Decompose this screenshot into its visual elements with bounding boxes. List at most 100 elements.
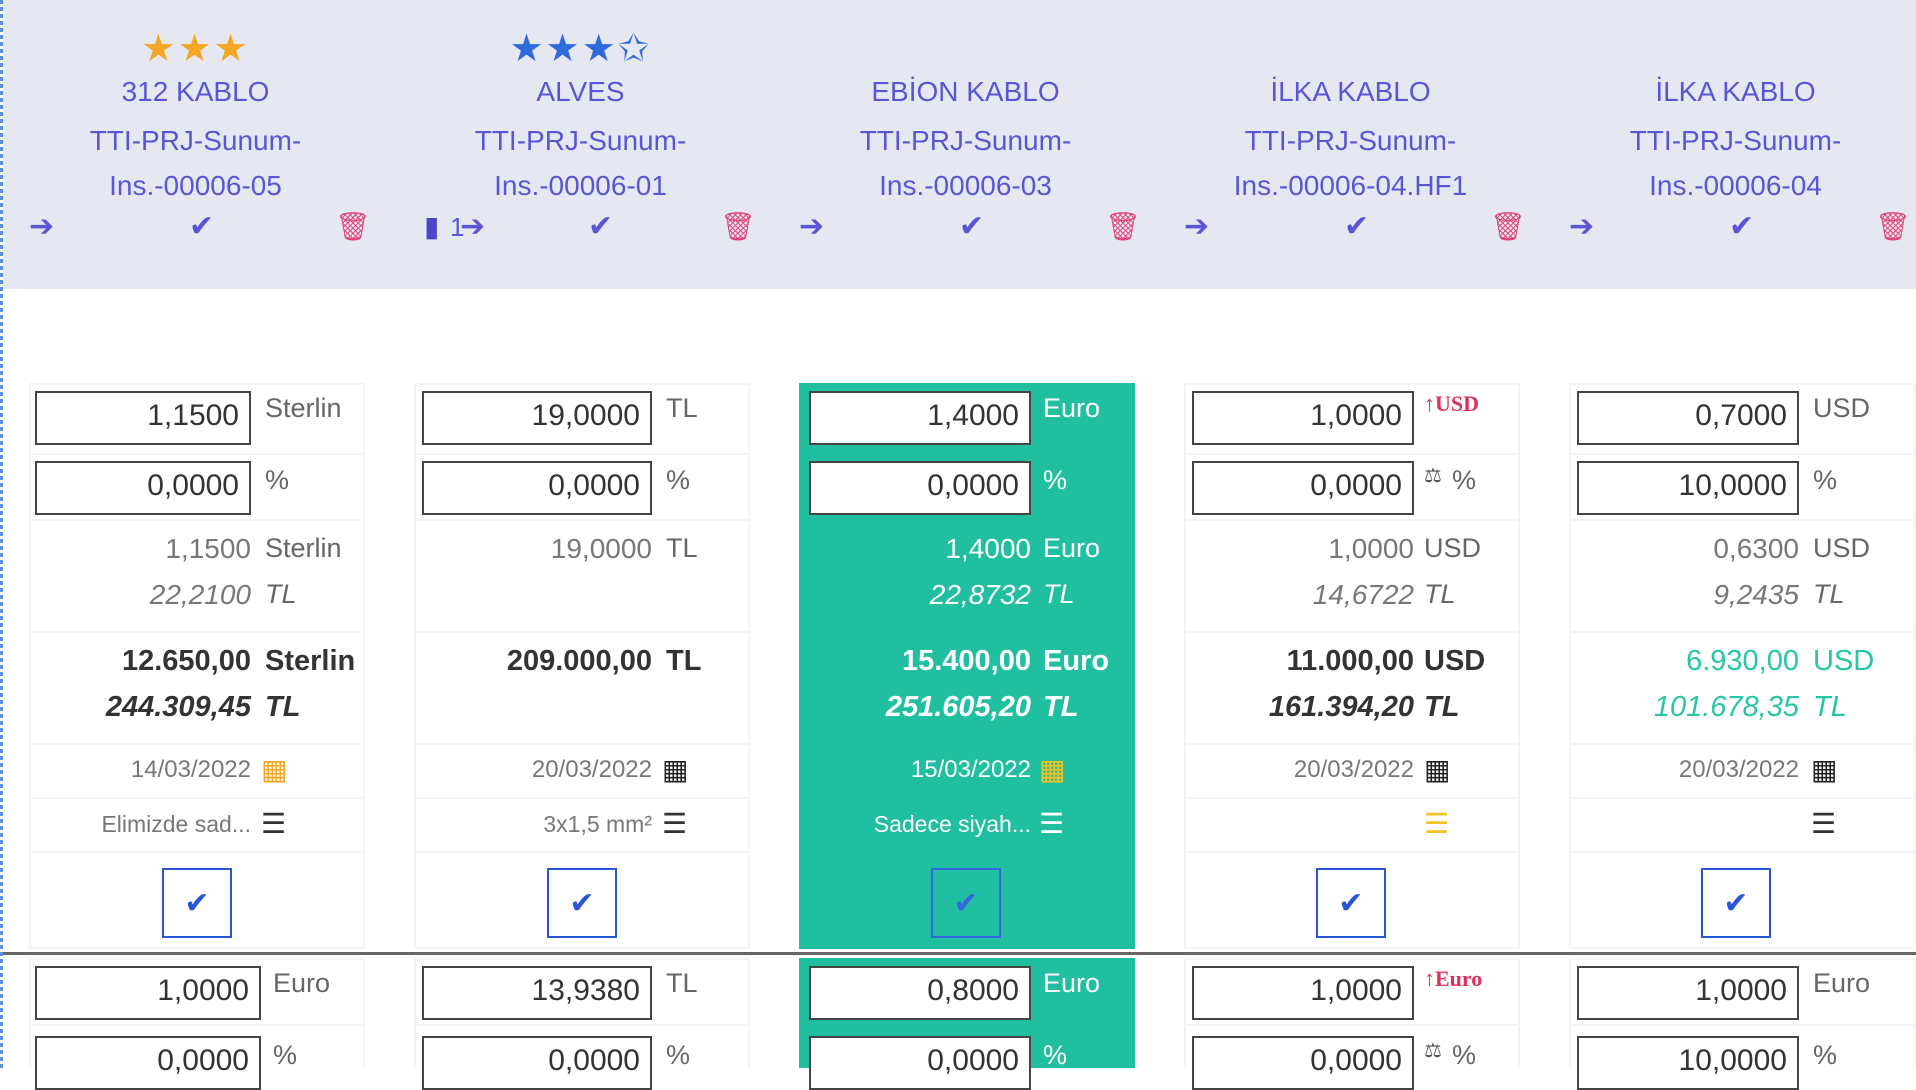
percent-label: % [1043,465,1068,495]
tl-label: TL [1043,691,1079,723]
discount-input[interactable]: 10,0000 [1577,1036,1799,1090]
scale-icon[interactable]: ⚖ [1424,1038,1442,1063]
select-offer-button[interactable]: ✔ [931,868,1001,938]
offer-card-row2-1: 1,0000 Euro 0,0000 % [29,958,365,1090]
discount-input[interactable]: 0,0000 [1192,1036,1414,1090]
supplier-name[interactable]: İLKA KABLO [1158,76,1543,108]
arrow-right-icon[interactable]: ➔ [1184,205,1209,249]
supplier-name[interactable]: ALVES [388,76,773,108]
supplier-column-1: ★★★ 312 KABLO TTI-PRJ-Sunum- Ins.-00006-0… [3,0,388,289]
supplier-name[interactable]: EBİON KABLO [773,76,1158,108]
calendar-icon[interactable]: ▦ [1811,753,1837,786]
tl-label: TL [1813,579,1845,609]
check-icon[interactable]: ✔ [1344,205,1369,249]
total-currency: Euro [1043,645,1110,677]
discount-input[interactable]: 0,0000 [35,1036,261,1090]
currency-change-label: ↑Euro [1424,966,1483,991]
trash-icon[interactable]: 🗑 [1490,205,1526,249]
file-icon[interactable]: ▮ [424,205,439,249]
arrow-right-icon[interactable]: ➔ [460,205,485,249]
comment-icon[interactable]: ☰ [1039,807,1064,840]
net-price-tl: 22,8732 [929,579,1031,610]
supplier-column-4: İLKA KABLO TTI-PRJ-Sunum- Ins.-00006-04.H… [1158,0,1543,289]
percent-label: % [273,1040,298,1070]
net-currency: TL [666,533,698,563]
arrow-right-icon[interactable]: ➔ [29,205,54,249]
arrow-right-icon[interactable]: ➔ [799,205,824,249]
select-offer-button[interactable]: ✔ [1316,868,1386,938]
tl-label: TL [265,579,297,609]
unit-price-input[interactable]: 1,0000 [1577,966,1799,1020]
currency-label: Euro [1043,968,1101,998]
discount-input[interactable]: 0,0000 [809,461,1031,515]
calendar-icon[interactable]: ▦ [261,753,287,786]
offer-card-5: 0,7000 USD 10,0000 % 0,6300 USD 9,2435 T… [1569,383,1916,949]
tl-label: TL [1424,691,1460,723]
unit-price-input[interactable]: 1,0000 [1192,391,1414,445]
quote-ref[interactable]: TTI-PRJ-Sunum- Ins.-00006-01 [388,118,773,208]
trash-icon[interactable]: 🗑 [1875,205,1911,249]
currency-label: Euro [1813,968,1871,998]
percent-label: % [666,1040,691,1070]
net-currency: USD [1424,533,1482,563]
quote-ref[interactable]: TTI-PRJ-Sunum- Ins.-00006-05 [3,118,388,208]
offer-card-row2-2: 13,9380 TL 0,0000 % [414,958,750,1090]
delivery-date: 20/03/2022 [531,756,652,783]
unit-price-input[interactable]: 0,8000 [809,966,1031,1020]
comment-icon[interactable]: ☰ [261,807,286,840]
supplier-column-3: EBİON KABLO TTI-PRJ-Sunum- Ins.-00006-03 … [773,0,1158,289]
select-offer-button[interactable]: ✔ [1701,868,1771,938]
comment-icon[interactable]: ☰ [1811,807,1836,840]
unit-price-input[interactable]: 1,4000 [809,391,1031,445]
unit-price-input[interactable]: 1,0000 [1192,966,1414,1020]
total-tl-best: 101.678,35 [1653,691,1799,723]
tl-label: TL [265,691,301,723]
supplier-name[interactable]: 312 KABLO [3,76,388,108]
select-offer-button[interactable]: ✔ [547,868,617,938]
net-currency: USD [1813,533,1871,563]
percent-label: % [1813,465,1838,495]
comment-icon[interactable]: ☰ [1424,807,1449,840]
select-offer-button[interactable]: ✔ [162,868,232,938]
unit-price-input[interactable]: 19,0000 [422,391,652,445]
check-icon[interactable]: ✔ [588,205,613,249]
trash-icon[interactable]: 🗑 [335,205,371,249]
quote-ref[interactable]: TTI-PRJ-Sunum- Ins.-00006-03 [773,118,1158,208]
discount-input[interactable]: 0,0000 [35,461,251,515]
percent-label: % [1043,1040,1068,1070]
currency-label: TL [666,968,698,998]
percent-label: % [1452,465,1477,495]
discount-input[interactable]: 0,0000 [422,461,652,515]
note-text: Elimizde sad... [101,811,251,837]
calendar-icon[interactable]: ▦ [662,753,688,786]
trash-icon[interactable]: 🗑 [1105,205,1141,249]
quote-ref[interactable]: TTI-PRJ-Sunum- Ins.-00006-04.HF1 [1158,118,1543,208]
discount-input[interactable]: 10,0000 [1577,461,1799,515]
arrow-right-icon[interactable]: ➔ [1569,205,1594,249]
delivery-date: 15/03/2022 [910,756,1031,783]
scale-icon[interactable]: ⚖ [1424,463,1442,488]
currency-label: Sterlin [265,393,342,423]
comment-icon[interactable]: ☰ [662,807,687,840]
check-icon[interactable]: ✔ [959,205,984,249]
unit-price-input[interactable]: 1,1500 [35,391,251,445]
net-price-tl: 14,6722 [1312,579,1414,610]
supplier-name[interactable]: İLKA KABLO [1543,76,1916,108]
unit-price-input[interactable]: 1,0000 [35,966,261,1020]
quote-ref[interactable]: TTI-PRJ-Sunum- Ins.-00006-04 [1543,118,1916,208]
note-text: Sadece siyah... [873,811,1031,837]
calendar-icon[interactable]: ▦ [1039,753,1065,786]
check-icon[interactable]: ✔ [1729,205,1754,249]
unit-price-input[interactable]: 13,9380 [422,966,652,1020]
check-icon[interactable]: ✔ [189,205,214,249]
delivery-date: 14/03/2022 [130,756,251,783]
total-currency: TL [666,645,702,677]
unit-price-input[interactable]: 0,7000 [1577,391,1799,445]
discount-input[interactable]: 0,0000 [809,1036,1031,1090]
offer-card-row2-5: 1,0000 Euro 10,0000 % [1569,958,1916,1090]
discount-input[interactable]: 0,0000 [1192,461,1414,515]
delivery-date: 20/03/2022 [1678,756,1799,783]
trash-icon[interactable]: 🗑 [720,205,756,249]
calendar-icon[interactable]: ▦ [1424,753,1450,786]
discount-input[interactable]: 0,0000 [422,1036,652,1090]
